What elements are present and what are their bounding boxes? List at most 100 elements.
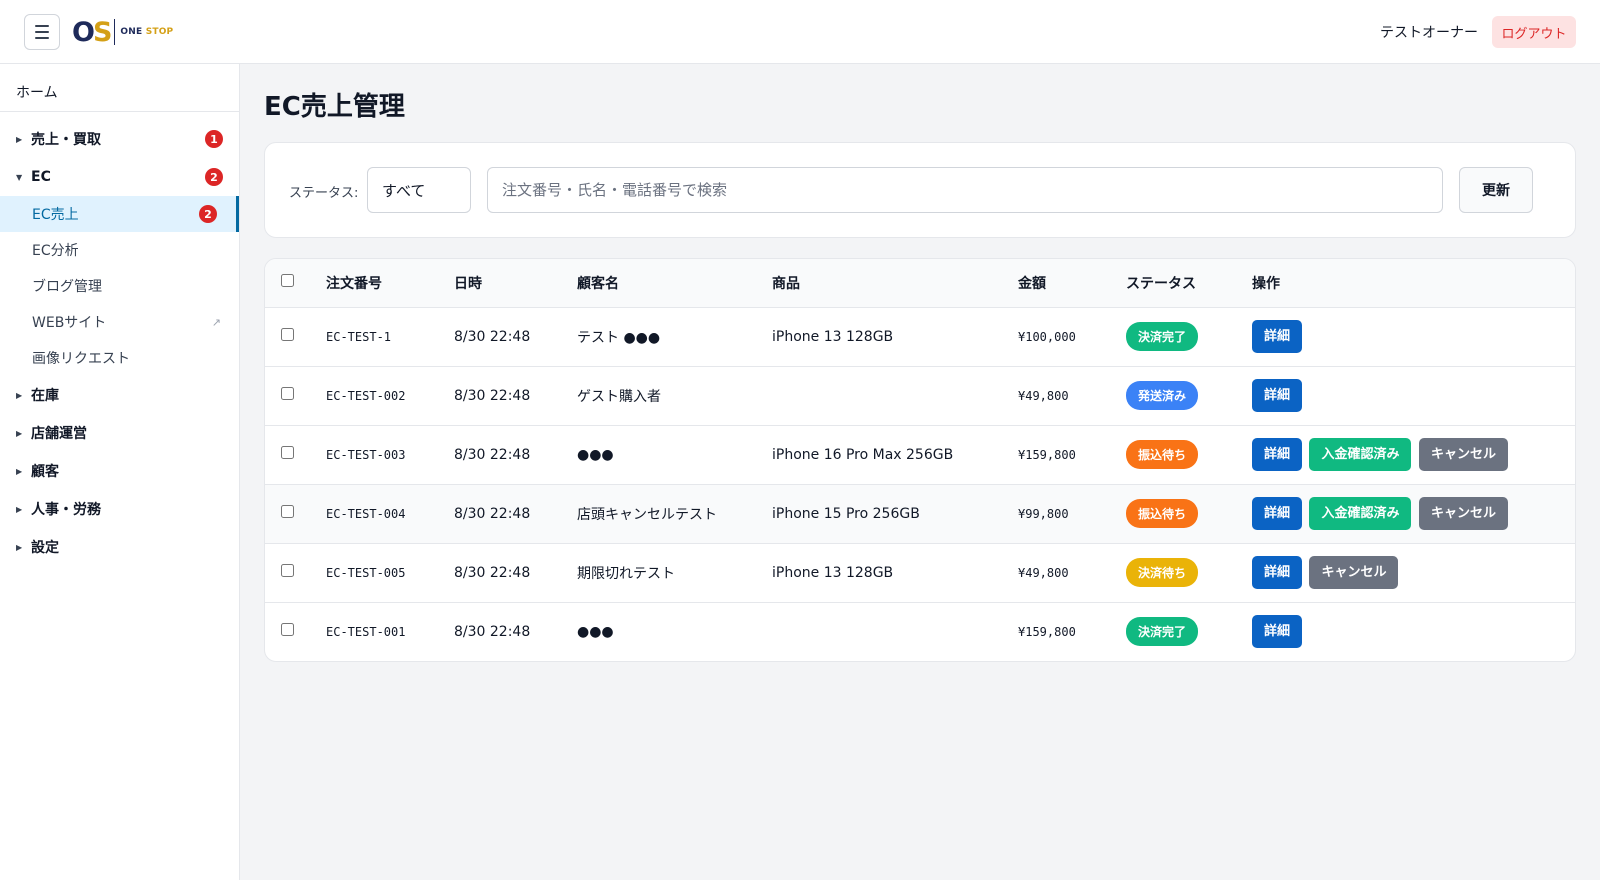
sidebar-item-home[interactable]: ホーム bbox=[0, 64, 239, 112]
sidebar-item-website[interactable]: WEBサイト ↗ bbox=[0, 304, 239, 340]
orders-table-card: 注文番号 日時 顧客名 商品 金額 ステータス 操作 EC-TEST-1 8/3… bbox=[264, 258, 1576, 662]
select-all-cell bbox=[265, 259, 326, 308]
logo-text: ONE STOP bbox=[120, 27, 174, 37]
sidebar-group-settings[interactable]: ▶ 設定 bbox=[0, 528, 239, 566]
row-checkbox[interactable] bbox=[281, 387, 294, 400]
notification-badge: 2 bbox=[199, 205, 217, 223]
sidebar-group-label: EC bbox=[31, 169, 51, 185]
cancel-button[interactable]: キャンセル bbox=[1309, 556, 1399, 589]
sidebar-group-store[interactable]: ▶ 店舗運営 bbox=[0, 414, 239, 452]
sidebar-item-label: 画像リクエスト bbox=[32, 351, 130, 367]
status-select[interactable]: すべて bbox=[367, 167, 471, 213]
customer-name: テスト ●●● bbox=[577, 307, 772, 367]
sidebar-item-blog[interactable]: ブログ管理 bbox=[0, 268, 239, 304]
status-badge: 決済待ち bbox=[1126, 558, 1199, 587]
order-number: EC-TEST-005 bbox=[326, 543, 454, 603]
row-checkbox[interactable] bbox=[281, 328, 294, 341]
page-title: EC売上管理 bbox=[264, 92, 405, 122]
status-cell: 決済完了 bbox=[1126, 307, 1252, 367]
status-cell: 振込待ち bbox=[1126, 484, 1252, 544]
caret-right-icon: ▶ bbox=[16, 542, 23, 552]
logo-divider bbox=[114, 19, 116, 45]
filter-card: ステータス: すべて 更新 bbox=[264, 142, 1576, 238]
sidebar-group-label: 在庫 bbox=[31, 388, 59, 404]
product-name: iPhone 16 Pro Max 256GB bbox=[772, 425, 1018, 485]
refresh-button[interactable]: 更新 bbox=[1459, 167, 1533, 213]
product-name: iPhone 15 Pro 256GB bbox=[772, 484, 1018, 544]
order-date: 8/30 22:48 bbox=[454, 623, 531, 640]
detail-button[interactable]: 詳細 bbox=[1252, 438, 1303, 471]
row-checkbox[interactable] bbox=[281, 623, 294, 637]
detail-button[interactable]: 詳細 bbox=[1252, 379, 1303, 412]
sidebar-group-inventory[interactable]: ▶ 在庫 bbox=[0, 376, 239, 414]
sidebar-group-hr[interactable]: ▶ 人事・労務 bbox=[0, 490, 239, 528]
sidebar-group-customers[interactable]: ▶ 顧客 bbox=[0, 452, 239, 490]
sidebar: ホーム ▶ 売上・買取 1 ▼ EC 2 EC売上 2 EC分析 ブログ管理 W… bbox=[0, 64, 240, 880]
column-header-actions: 操作 bbox=[1252, 259, 1575, 308]
caret-right-icon: ▶ bbox=[16, 390, 23, 400]
sidebar-group-label: 店舗運営 bbox=[31, 426, 87, 442]
sidebar-group-label: 顧客 bbox=[31, 464, 59, 480]
main-content: EC売上管理 ステータス: すべて 更新 注文番号 日時 顧客名 商品 金額 ス… bbox=[264, 64, 1576, 662]
customer-name: 店頭キャンセルテスト bbox=[577, 484, 772, 544]
status-badge: 決済完了 bbox=[1126, 322, 1199, 351]
logo[interactable]: OS ONE STOP bbox=[72, 16, 173, 48]
sidebar-nav: ▶ 売上・買取 1 ▼ EC 2 EC売上 2 EC分析 ブログ管理 WEBサイ… bbox=[0, 112, 239, 566]
column-header-product: 商品 bbox=[772, 259, 1018, 308]
sidebar-item-label: EC分析 bbox=[32, 243, 79, 259]
search-input[interactable] bbox=[487, 167, 1443, 213]
orders-table: 注文番号 日時 顧客名 商品 金額 ステータス 操作 EC-TEST-1 8/3… bbox=[265, 259, 1575, 661]
detail-button[interactable]: 詳細 bbox=[1252, 556, 1303, 589]
select-all-checkbox[interactable] bbox=[281, 274, 294, 288]
product-name bbox=[772, 602, 1018, 661]
caret-right-icon: ▶ bbox=[16, 134, 23, 144]
row-select-cell bbox=[265, 366, 326, 426]
payment-confirmed-button[interactable]: 入金確認済み bbox=[1309, 438, 1412, 471]
sidebar-group-sales[interactable]: ▶ 売上・買取 1 bbox=[0, 120, 239, 158]
status-cell: 振込待ち bbox=[1126, 425, 1252, 485]
user-name: テストオーナー bbox=[1380, 25, 1478, 41]
sidebar-item-ec-sales[interactable]: EC売上 2 bbox=[0, 196, 239, 232]
order-number: EC-TEST-1 bbox=[326, 307, 454, 367]
order-amount: ¥159,800 bbox=[1018, 425, 1126, 485]
actions-cell: 詳細 bbox=[1252, 602, 1575, 661]
sidebar-item-ec-analytics[interactable]: EC分析 bbox=[0, 232, 239, 268]
order-amount: ¥100,000 bbox=[1018, 307, 1126, 367]
logout-button[interactable]: ログアウト bbox=[1492, 16, 1576, 48]
row-select-cell bbox=[265, 484, 326, 544]
actions-cell: 詳細 入金確認済み キャンセル bbox=[1252, 425, 1575, 485]
cancel-button[interactable]: キャンセル bbox=[1418, 438, 1508, 471]
row-checkbox[interactable] bbox=[281, 505, 294, 518]
sidebar-group-ec[interactable]: ▼ EC 2 bbox=[0, 158, 239, 196]
detail-button[interactable]: 詳細 bbox=[1252, 320, 1303, 353]
sidebar-item-image-request[interactable]: 画像リクエスト bbox=[0, 340, 239, 376]
table-row: EC-TEST-003 8/30 22:48 ●●● iPhone 16 Pro… bbox=[265, 425, 1575, 485]
status-badge: 振込待ち bbox=[1126, 440, 1199, 469]
actions-cell: 詳細 キャンセル bbox=[1252, 543, 1575, 603]
product-name: iPhone 13 128GB bbox=[772, 543, 1018, 603]
order-amount: ¥49,800 bbox=[1018, 543, 1126, 603]
payment-confirmed-button[interactable]: 入金確認済み bbox=[1309, 497, 1412, 530]
top-bar: OS ONE STOP テストオーナー ログアウト bbox=[0, 0, 1600, 64]
actions-cell: 詳細 bbox=[1252, 307, 1575, 367]
row-select-cell bbox=[265, 602, 326, 661]
sidebar-item-label: WEBサイト bbox=[32, 315, 107, 331]
row-checkbox[interactable] bbox=[281, 446, 294, 459]
row-select-cell bbox=[265, 543, 326, 603]
column-header-order: 注文番号 bbox=[326, 259, 454, 308]
detail-button[interactable]: 詳細 bbox=[1252, 497, 1303, 530]
column-header-status: ステータス bbox=[1126, 259, 1252, 308]
order-date: 8/30 22:48 bbox=[454, 484, 577, 544]
row-checkbox[interactable] bbox=[281, 564, 294, 577]
status-filter-label: ステータス: bbox=[289, 186, 359, 201]
caret-right-icon: ▶ bbox=[16, 428, 23, 438]
notification-badge: 2 bbox=[205, 168, 223, 186]
order-date: 8/30 22:48 bbox=[454, 543, 577, 603]
detail-button[interactable]: 詳細 bbox=[1252, 615, 1303, 649]
column-header-date: 日時 bbox=[454, 259, 577, 308]
caret-right-icon: ▶ bbox=[16, 466, 23, 476]
hamburger-menu-icon[interactable] bbox=[24, 14, 60, 50]
order-number: EC-TEST-003 bbox=[326, 425, 454, 485]
product-name bbox=[772, 366, 1018, 426]
cancel-button[interactable]: キャンセル bbox=[1418, 497, 1508, 530]
